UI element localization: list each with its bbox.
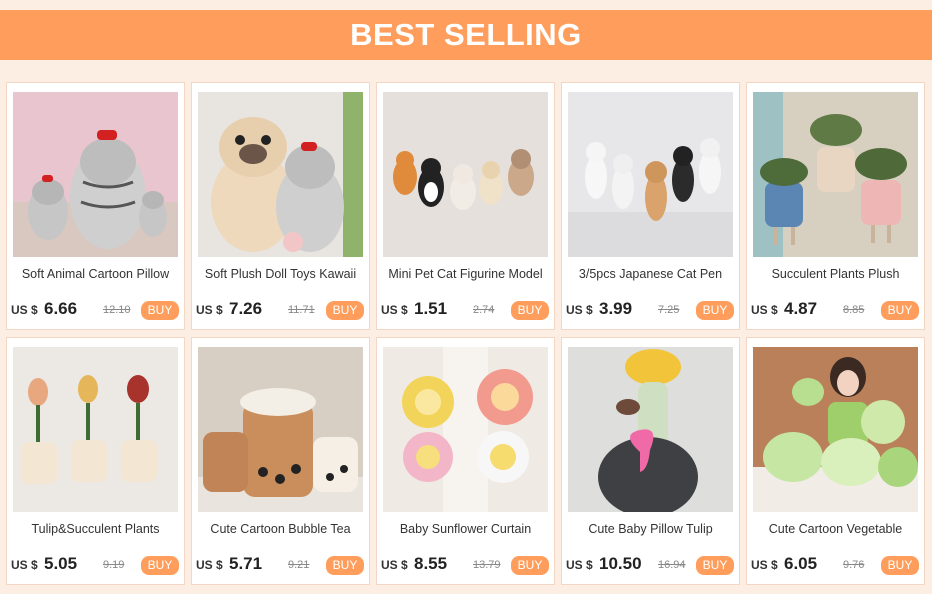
product-card[interactable]: Tulip&Succulent Plants US $ 5.05 9.19 BU… [6,337,185,585]
currency-label: US $ [196,303,223,317]
product-image[interactable] [13,92,178,257]
sale-price: 5.71 [229,554,263,573]
product-title[interactable]: Cute Baby Pillow Tulip [568,522,733,538]
buy-button[interactable]: BUY [511,301,549,320]
product-title-overflow [27,282,167,286]
product-image[interactable] [568,347,733,512]
product-title-overflow [212,537,352,541]
product-card[interactable]: Soft Plush Doll Toys Kawaii US $ 7.26 11… [191,82,370,330]
product-image[interactable] [753,92,918,257]
price-bar: US $ 6.05 9.76 BUY [751,553,923,577]
currency-label: US $ [11,303,38,317]
buy-button[interactable]: BUY [696,301,734,320]
product-title-overflow [767,537,907,541]
buy-button[interactable]: BUY [881,301,919,320]
product-card[interactable]: Baby Sunflower Curtain US $ 8.55 13.79 B… [376,337,555,585]
product-image[interactable] [198,347,363,512]
sale-price: 3.99 [599,299,633,318]
banner-title: BEST SELLING [350,17,582,52]
product-card[interactable]: Succulent Plants Plush US $ 4.87 8.85 BU… [746,82,925,330]
product-image[interactable] [198,92,363,257]
buy-button[interactable]: BUY [141,301,179,320]
sale-price: 6.05 [784,554,818,573]
price-bar: US $ 10.50 16.94 BUY [566,553,738,577]
product-image[interactable] [568,92,733,257]
currency-label: US $ [11,558,38,572]
currency-label: US $ [566,303,593,317]
buy-button[interactable]: BUY [511,556,549,575]
price-bar: US $ 6.66 12.10 BUY [11,298,183,322]
original-price: 11.71 [288,304,315,316]
original-price: 12.10 [103,304,131,316]
product-title[interactable]: Mini Pet Cat Figurine Model [383,267,548,283]
original-price: 16.94 [658,559,686,571]
product-title[interactable]: Cute Cartoon Bubble Tea [198,522,363,538]
product-title[interactable]: Soft Plush Doll Toys Kawaii [198,267,363,283]
currency-label: US $ [381,303,408,317]
sale-price: 4.87 [784,299,818,318]
product-card[interactable]: Cute Cartoon Vegetable US $ 6.05 9.76 BU… [746,337,925,585]
buy-button[interactable]: BUY [326,556,364,575]
currency-label: US $ [196,558,223,572]
price-bar: US $ 7.26 11.71 BUY [196,298,368,322]
product-title-overflow [767,282,907,286]
product-image[interactable] [753,347,918,512]
buy-button[interactable]: BUY [881,556,919,575]
product-card[interactable]: Soft Animal Cartoon Pillow US $ 6.66 12.… [6,82,185,330]
original-price: 9.21 [288,559,310,571]
buy-button[interactable]: BUY [326,301,364,320]
sale-price: 8.55 [414,554,448,573]
sale-price: 1.51 [414,299,448,318]
sale-price: 6.66 [44,299,78,318]
product-image[interactable] [383,347,548,512]
price-bar: US $ 3.99 7.25 BUY [566,298,738,322]
price-bar: US $ 5.05 9.19 BUY [11,553,183,577]
product-card[interactable]: Cute Cartoon Bubble Tea US $ 5.71 9.21 B… [191,337,370,585]
price-bar: US $ 1.51 2.74 BUY [381,298,553,322]
original-price: 7.25 [658,304,680,316]
product-card[interactable]: 3/5pcs Japanese Cat Pen US $ 3.99 7.25 B… [561,82,740,330]
product-card[interactable]: Cute Baby Pillow Tulip US $ 10.50 16.94 … [561,337,740,585]
product-title-overflow [27,537,167,541]
product-grid: Soft Animal Cartoon Pillow US $ 6.66 12.… [6,82,925,585]
product-image[interactable] [13,347,178,512]
currency-label: US $ [381,558,408,572]
product-title[interactable]: Cute Cartoon Vegetable [753,522,918,538]
currency-label: US $ [751,558,778,572]
original-price: 9.19 [103,559,125,571]
product-title[interactable]: Soft Animal Cartoon Pillow [13,267,178,283]
sale-price: 5.05 [44,554,78,573]
original-price: 2.74 [473,304,495,316]
buy-button[interactable]: BUY [141,556,179,575]
sale-price: 7.26 [229,299,263,318]
original-price: 8.85 [843,304,865,316]
sale-price: 10.50 [599,554,642,573]
original-price: 9.76 [843,559,865,571]
product-title-overflow [212,282,352,286]
price-bar: US $ 4.87 8.85 BUY [751,298,923,322]
product-title[interactable]: Baby Sunflower Curtain [383,522,548,538]
original-price: 13.79 [473,559,501,571]
currency-label: US $ [566,558,593,572]
currency-label: US $ [751,303,778,317]
product-title[interactable]: Tulip&Succulent Plants [13,522,178,538]
product-title[interactable]: Succulent Plants Plush [753,267,918,283]
product-title[interactable]: 3/5pcs Japanese Cat Pen [568,267,733,283]
product-card[interactable]: Mini Pet Cat Figurine Model US $ 1.51 2.… [376,82,555,330]
product-title-overflow [397,537,537,541]
product-title-overflow [582,282,722,286]
buy-button[interactable]: BUY [696,556,734,575]
product-title-overflow [397,282,537,286]
best-selling-banner: BEST SELLING [0,10,932,60]
product-title-overflow [582,537,722,541]
price-bar: US $ 8.55 13.79 BUY [381,553,553,577]
product-image[interactable] [383,92,548,257]
price-bar: US $ 5.71 9.21 BUY [196,553,368,577]
